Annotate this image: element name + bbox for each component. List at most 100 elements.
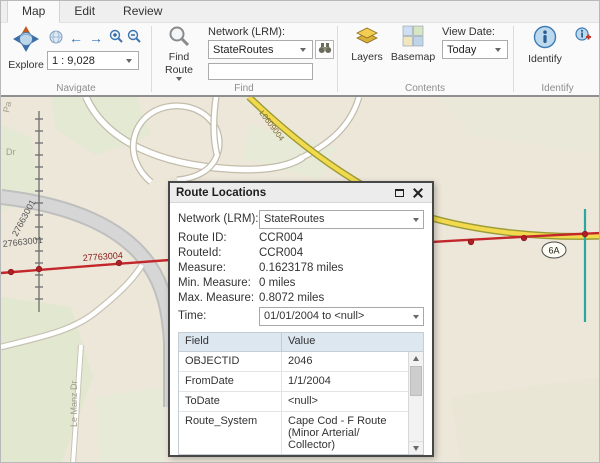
max-measure-value: 0.8072 miles [259,292,324,304]
application-window: Map Edit Review Explore [0,0,600,463]
next-extent-button[interactable]: → [87,29,105,47]
row-value: 2046 [282,352,423,371]
table-row[interactable]: OBJECTID 2046 [179,352,423,371]
street-label-pa: Pa [1,101,13,114]
arrow-right-icon: → [89,30,103,46]
time-combobox[interactable]: 01/01/2004 to <null> [259,307,424,326]
maximize-button[interactable] [391,185,407,200]
find-route-label-line1: Find [169,52,189,63]
attribute-table-header: Field Value [179,333,423,352]
street-label-lemanz: Le Manz Dr [69,380,79,427]
tab-map[interactable]: Map [7,0,60,23]
map-scale-combobox[interactable]: 1 : 9,028 [47,51,139,70]
chevron-down-icon [123,59,134,63]
identify-plus-icon [575,27,591,46]
row-value: <null> [282,392,423,411]
close-icon [413,188,423,198]
basemap-icon [402,25,424,50]
route-id-row: Route ID: CCR004 [178,230,424,245]
ribbon-group-contents: Layers Basemap View Date: Today Cont [338,23,512,95]
measure-value: 0.1623178 miles [259,262,343,274]
scrollbar-thumb[interactable] [410,366,422,396]
tab-edit[interactable]: Edit [60,1,109,22]
zoom-out-button[interactable] [125,29,143,47]
explore-button[interactable]: Explore [3,24,49,82]
view-date-combobox[interactable]: Today [442,40,508,59]
chevron-down-icon [492,48,503,52]
max-measure-row: Max. Measure: 0.8072 miles [178,290,424,305]
identify-info-icon [533,25,557,52]
route-id-value: CCR004 [259,232,303,244]
time-row: Time: 01/01/2004 to <null> [178,305,424,327]
explore-compass-icon [12,25,40,58]
arrow-left-icon: ← [69,30,83,46]
time-label: Time: [178,310,259,322]
layers-button-label: Layers [351,52,383,63]
row-field: Route_System [179,412,282,454]
map-scale-value: 1 : 9,028 [52,55,123,67]
chevron-down-icon [297,48,308,52]
identify-button[interactable]: Identify [522,24,568,82]
ribbon-group-identify: Identify Identify [514,23,600,95]
value-column-header: Value [282,333,423,351]
ribbon-group-find: Find Route Network (LRM): StateRoutes Fi… [152,23,336,95]
layers-icon [355,25,379,50]
dialog-title: Route Locations [176,187,388,199]
view-date-value: Today [447,44,492,56]
dialog-network-value: StateRoutes [264,213,413,225]
row-field: OBJECTID [179,352,282,371]
ribbon: Explore ← → [1,23,599,95]
ribbon-tab-bar: Map Edit Review [1,1,599,23]
zoom-out-icon [127,29,142,47]
search-routes-button[interactable] [315,40,334,59]
routeid-value: CCR004 [259,247,303,259]
find-route-button[interactable]: Find Route [156,24,202,82]
find-route-magnifier-icon [168,25,190,50]
chevron-down-icon [413,310,419,322]
time-value: 01/01/2004 to <null> [264,310,413,322]
row-value: Cape Cod - F Route (Minor Arterial/ Coll… [282,412,423,454]
table-row[interactable]: Route_System Cape Cod - F Route (Minor A… [179,411,423,454]
fixed-zoom-globe-button[interactable] [47,29,65,47]
route-id-label: Route ID: [178,232,259,244]
dialog-body: Network (LRM): StateRoutes Route ID: CCR… [170,203,432,455]
network-lrm-combobox[interactable]: StateRoutes [208,40,313,59]
min-measure-label: Min. Measure: [178,277,259,289]
min-measure-value: 0 miles [259,277,295,289]
table-row[interactable]: ToDate <null> [179,391,423,411]
network-lrm-value: StateRoutes [213,44,297,56]
routeid-row: RouteId: CCR004 [178,245,424,260]
layers-button[interactable]: Layers [346,24,388,82]
binoculars-icon [318,42,332,57]
find-route-label-line2: Route [165,65,193,76]
maximize-icon [395,189,404,197]
table-scrollbar[interactable] [408,352,423,454]
basemap-button-label: Basemap [391,52,435,63]
zoom-in-button[interactable] [107,29,125,47]
dialog-network-combobox[interactable]: StateRoutes [259,210,424,229]
basemap-button[interactable]: Basemap [390,24,436,82]
close-button[interactable] [410,185,426,200]
chevron-down-icon [176,77,182,81]
explore-button-label: Explore [8,60,44,71]
route-shield-label: 6A [548,246,559,256]
dialog-title-bar[interactable]: Route Locations [170,183,432,203]
scroll-down-arrow-icon[interactable] [409,441,423,454]
identify-group-label: Identify [514,83,600,94]
table-row[interactable]: FromDate 1/1/2004 [179,371,423,391]
route-id-input[interactable] [208,63,313,80]
dialog-network-label: Network (LRM): [178,213,259,225]
zoom-in-icon [109,29,124,47]
route-shield: 6A [542,242,566,258]
row-field: FromDate [179,372,282,391]
field-column-header: Field [179,333,282,351]
globe-icon [49,30,63,47]
ribbon-group-navigate: Explore ← → [1,23,151,95]
network-lrm-label: Network (LRM): [208,26,285,38]
scroll-up-arrow-icon[interactable] [409,352,423,365]
previous-extent-button[interactable]: ← [67,29,85,47]
tab-review[interactable]: Review [109,1,176,22]
network-row: Network (LRM): StateRoutes [178,208,424,230]
identify-plus-button[interactable] [574,27,592,45]
row-value: 1/1/2004 [282,372,423,391]
